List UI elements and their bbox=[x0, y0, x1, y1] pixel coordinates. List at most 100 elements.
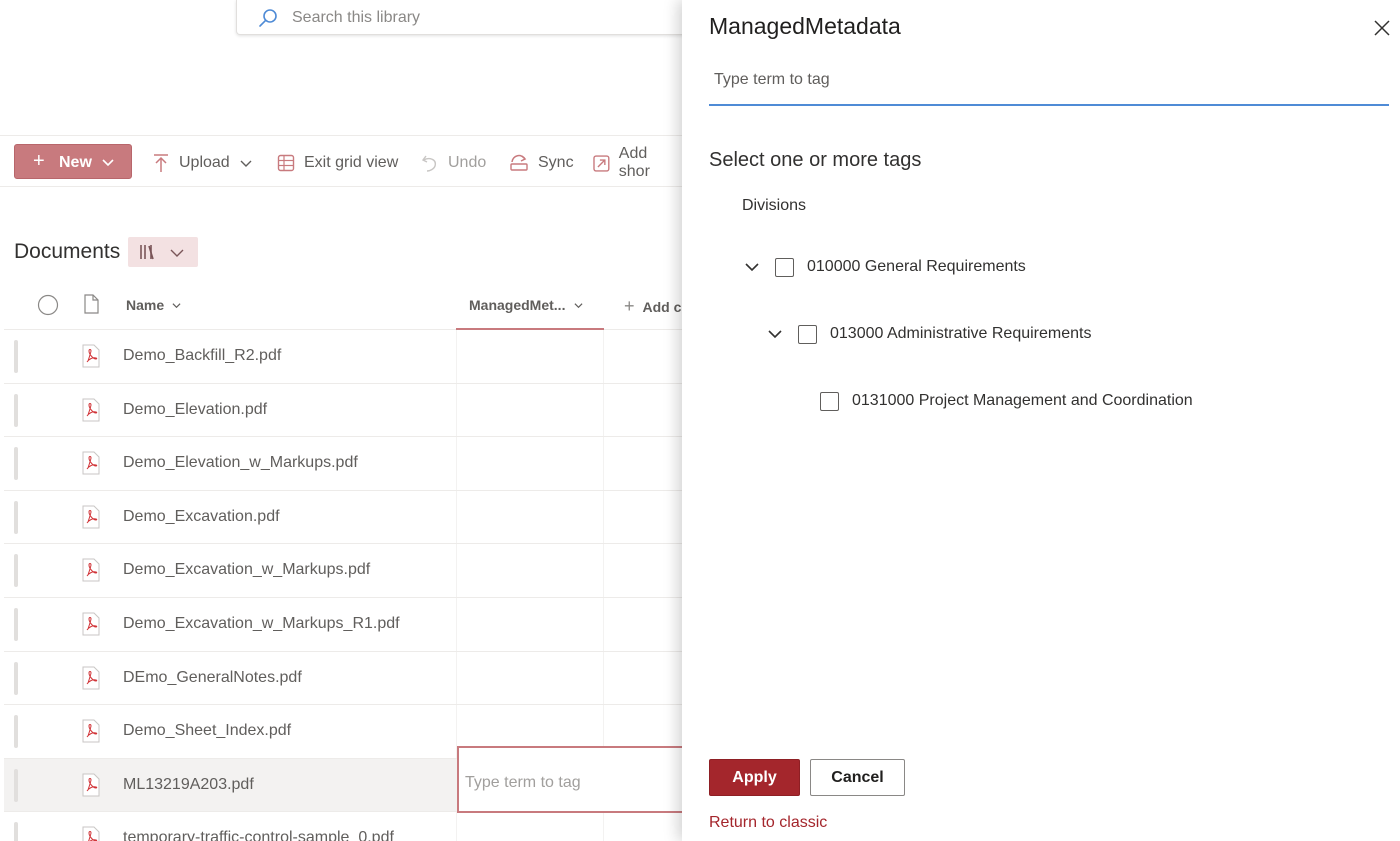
chevron-down-icon[interactable] bbox=[768, 327, 782, 341]
file-name[interactable]: Demo_Excavation_w_Markups.pdf bbox=[123, 561, 370, 579]
managed-metadata-cell[interactable] bbox=[456, 597, 604, 651]
table-row[interactable]: Demo_Elevation.pdf bbox=[4, 383, 682, 438]
add-shortcut-button[interactable]: Add shor bbox=[593, 145, 682, 180]
file-name[interactable]: Demo_Excavation_w_Markups_R1.pdf bbox=[123, 615, 400, 633]
select-tags-label: Select one or more tags bbox=[709, 149, 922, 171]
plus-icon: + bbox=[624, 296, 635, 316]
search-box[interactable]: Search this library bbox=[236, 0, 706, 35]
managed-metadata-cell[interactable] bbox=[456, 490, 604, 544]
search-placeholder: Search this library bbox=[292, 9, 421, 26]
file-name[interactable]: Demo_Elevation.pdf bbox=[123, 401, 267, 419]
file-name[interactable]: temporary-traffic-control-sample_0.pdf bbox=[123, 829, 394, 841]
new-label: New bbox=[59, 154, 92, 171]
term-checkbox[interactable] bbox=[820, 391, 839, 411]
upload-label: Upload bbox=[179, 154, 230, 171]
exit-grid-view-label: Exit grid view bbox=[304, 154, 399, 171]
row-drag-handle[interactable] bbox=[14, 661, 18, 695]
sync-button[interactable]: Sync bbox=[509, 152, 574, 174]
pdf-file-icon bbox=[82, 558, 100, 582]
managed-metadata-panel: ManagedMetadata Select one or more tags … bbox=[682, 0, 1400, 841]
plus-icon: + bbox=[33, 150, 45, 172]
managed-metadata-cell[interactable] bbox=[456, 544, 604, 597]
chevron-down-icon bbox=[172, 302, 181, 308]
file-name[interactable]: Demo_Sheet_Index.pdf bbox=[123, 722, 291, 740]
row-drag-handle[interactable] bbox=[14, 715, 18, 749]
managed-metadata-cell[interactable] bbox=[456, 383, 604, 437]
row-drag-handle[interactable] bbox=[14, 340, 18, 373]
grid-icon bbox=[277, 154, 295, 172]
view-switcher-button[interactable] bbox=[128, 237, 198, 267]
managed-metadata-cell[interactable] bbox=[456, 437, 604, 490]
file-name[interactable]: Demo_Backfill_R2.pdf bbox=[123, 347, 281, 365]
term-checkbox[interactable] bbox=[775, 257, 794, 277]
managed-metadata-cell[interactable] bbox=[456, 651, 604, 705]
pdf-file-icon bbox=[82, 719, 100, 743]
command-bar: + New Upload Exit grid view Undo Sync Ad… bbox=[0, 135, 682, 187]
upload-icon bbox=[154, 154, 168, 172]
inline-tag-editor[interactable]: Type term to tag bbox=[457, 746, 687, 813]
term-label[interactable]: 013000 Administrative Requirements bbox=[830, 325, 1091, 343]
term-label[interactable]: 0131000 Project Management and Coordinat… bbox=[852, 392, 1193, 410]
undo-icon bbox=[421, 155, 437, 172]
pdf-file-icon bbox=[82, 505, 100, 529]
list-header: Name ManagedMet... + Add c bbox=[4, 282, 682, 330]
new-button[interactable]: + New bbox=[14, 144, 132, 179]
row-drag-handle[interactable] bbox=[14, 500, 18, 534]
chevron-down-icon bbox=[170, 249, 184, 257]
file-name[interactable]: ML13219A203.pdf bbox=[123, 776, 254, 794]
pdf-file-icon bbox=[82, 451, 100, 475]
term-checkbox[interactable] bbox=[798, 324, 817, 344]
file-type-icon bbox=[84, 294, 99, 314]
term-search-input[interactable] bbox=[709, 56, 1389, 106]
table-row[interactable]: temporary-traffic-control-sample_0.pdf bbox=[4, 812, 682, 841]
pdf-file-icon bbox=[82, 826, 100, 841]
chevron-down-icon[interactable] bbox=[745, 260, 759, 274]
cancel-button[interactable]: Cancel bbox=[810, 759, 905, 796]
file-name[interactable]: Demo_Excavation.pdf bbox=[123, 508, 280, 526]
shortcut-icon bbox=[593, 154, 610, 172]
pdf-file-icon bbox=[82, 398, 100, 422]
table-row[interactable]: Demo_Elevation_w_Markups.pdf bbox=[4, 437, 682, 491]
managed-metadata-cell[interactable] bbox=[456, 812, 604, 841]
table-row[interactable]: DEmo_GeneralNotes.pdf bbox=[4, 651, 682, 706]
inline-tag-placeholder: Type term to tag bbox=[465, 774, 581, 791]
chevron-down-icon bbox=[102, 159, 114, 167]
pdf-file-icon bbox=[82, 612, 100, 636]
row-drag-handle[interactable] bbox=[14, 607, 18, 641]
row-drag-handle[interactable] bbox=[14, 768, 18, 802]
row-drag-handle[interactable] bbox=[14, 822, 18, 841]
pdf-file-icon bbox=[82, 344, 100, 368]
library-title: Documents bbox=[14, 240, 121, 263]
table-row[interactable]: Demo_Excavation_w_Markups_R1.pdf bbox=[4, 597, 682, 652]
search-icon bbox=[259, 9, 277, 27]
table-row[interactable]: Demo_Excavation.pdf bbox=[4, 490, 682, 545]
pdf-file-icon bbox=[82, 773, 100, 797]
undo-label: Undo bbox=[448, 154, 487, 171]
term-group-label: Divisions bbox=[742, 197, 807, 214]
chevron-down-icon bbox=[574, 303, 583, 309]
term-label[interactable]: 010000 General Requirements bbox=[807, 258, 1026, 276]
upload-button[interactable]: Upload bbox=[152, 152, 252, 174]
row-drag-handle[interactable] bbox=[14, 554, 18, 588]
column-header-managed-metadata[interactable]: ManagedMet... bbox=[456, 282, 604, 330]
return-to-classic-link[interactable]: Return to classic bbox=[709, 814, 827, 832]
row-drag-handle[interactable] bbox=[14, 393, 18, 427]
exit-grid-view-button[interactable]: Exit grid view bbox=[277, 152, 398, 174]
add-column-button[interactable]: + Add c bbox=[624, 296, 681, 317]
chevron-down-icon bbox=[240, 160, 252, 167]
apply-button[interactable]: Apply bbox=[709, 759, 800, 796]
sync-label: Sync bbox=[538, 154, 574, 171]
table-row[interactable]: Demo_Backfill_R2.pdf bbox=[4, 330, 682, 384]
managed-metadata-cell[interactable] bbox=[456, 330, 604, 383]
file-name[interactable]: Demo_Elevation_w_Markups.pdf bbox=[123, 454, 358, 472]
undo-button[interactable]: Undo bbox=[421, 152, 486, 174]
column-header-name[interactable]: Name bbox=[126, 297, 181, 313]
file-name[interactable]: DEmo_GeneralNotes.pdf bbox=[123, 669, 302, 687]
select-all-circle-icon[interactable] bbox=[37, 294, 59, 316]
panel-title: ManagedMetadata bbox=[709, 13, 901, 39]
table-row[interactable]: Demo_Excavation_w_Markups.pdf bbox=[4, 544, 682, 598]
add-shortcut-label: Add shor bbox=[618, 145, 650, 180]
close-icon[interactable] bbox=[1372, 18, 1392, 38]
row-drag-handle[interactable] bbox=[14, 447, 18, 481]
add-column-label: Add c bbox=[642, 299, 682, 315]
